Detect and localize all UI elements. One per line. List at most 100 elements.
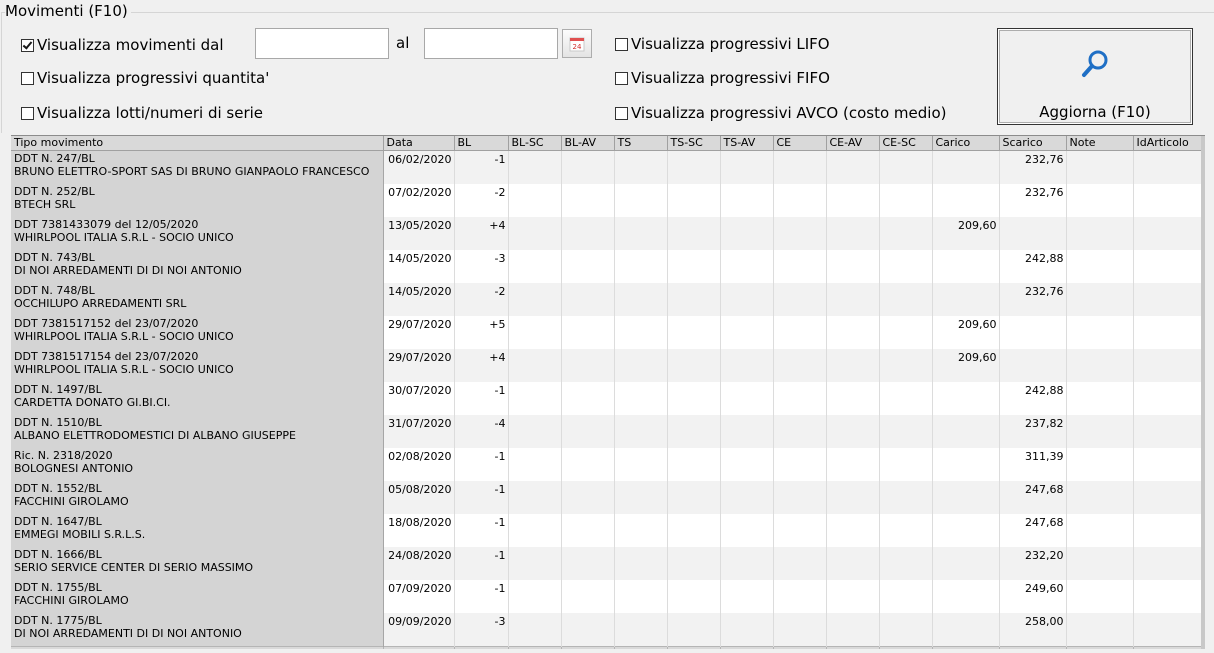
carico-cell: 209,60 (932, 349, 1000, 382)
table-row[interactable]: DDT N. 1647/BL EMMEGI MOBILI S.R.L.S. 18/0… (11, 514, 1202, 547)
column-header[interactable]: TS (614, 136, 668, 151)
total-ce-av-cell: 0 (826, 646, 880, 649)
bl-cell: -1 (454, 448, 509, 481)
party-name: FACCHINI GIROLAMO (14, 594, 129, 607)
data-cell: 07/02/2020 (383, 184, 455, 217)
empty-cell (720, 580, 774, 613)
document-ref: DDT N. 1510/BL (14, 416, 102, 429)
movimenti-table[interactable]: Tipo movimento Data BL BL-SC BL-AV TS TS-SC TS-… (11, 135, 1205, 649)
column-header[interactable]: BL-AV (561, 136, 615, 151)
column-header[interactable]: Scarico (999, 136, 1067, 151)
lotti-checkbox[interactable]: Visualizza lotti/numeri di serie (21, 104, 263, 122)
empty-cell (667, 514, 721, 547)
column-header[interactable]: CE-AV (826, 136, 880, 151)
empty-cell (614, 514, 668, 547)
table-row[interactable]: DDT N. 1510/BL ALBANO ELETTRODOMESTICI DI… (11, 415, 1202, 448)
tipo-movimento-cell: DDT N. 1552/BL FACCHINI GIROLAMO (11, 481, 384, 514)
date-to-input[interactable] (424, 28, 558, 59)
empty-cell (561, 514, 615, 547)
movimenti-dal-checkbox[interactable]: Visualizza movimenti dal (21, 36, 224, 54)
table-row[interactable]: DDT N. 1755/BL FACCHINI GIROLAMO 07/09/202… (11, 580, 1202, 613)
empty-cell (773, 514, 827, 547)
empty-cell (561, 217, 615, 250)
scarico-cell: 247,68 (999, 514, 1067, 547)
data-cell: 14/05/2020 (383, 283, 455, 316)
empty-cell (1133, 382, 1202, 415)
aggiorna-button[interactable]: Aggiorna (F10) (997, 28, 1193, 125)
column-header[interactable]: CE (773, 136, 827, 151)
total-ts-cell: 0 (614, 646, 668, 649)
empty-cell (561, 547, 615, 580)
progressivi-quantita-checkbox[interactable]: Visualizza progressivi quantita' (21, 69, 269, 87)
tipo-movimento-cell: DDT 7381433079 del 12/05/2020 WHIRLPOOL I… (11, 217, 384, 250)
column-header[interactable]: Carico (932, 136, 1000, 151)
empty-cell (561, 382, 615, 415)
calendar-button[interactable]: 24 (562, 29, 592, 58)
scarico-cell: 232,76 (999, 283, 1067, 316)
empty-cell (879, 349, 933, 382)
empty-cell (1133, 613, 1202, 647)
empty-cell (773, 547, 827, 580)
empty-cell (826, 580, 880, 613)
empty-cell (614, 613, 668, 647)
empty-cell (879, 613, 933, 647)
vertical-scrollbar[interactable] (1201, 136, 1205, 649)
group-title: Movimenti (F10) (5, 2, 131, 20)
data-cell: 29/07/2020 (383, 316, 455, 349)
column-header[interactable]: Data (383, 136, 455, 151)
empty-cell (667, 184, 721, 217)
empty-cell (667, 316, 721, 349)
search-icon (1082, 50, 1108, 77)
table-row[interactable]: DDT N. 1666/BL SERIO SERVICE CENTER DI SE… (11, 547, 1202, 580)
empty-cell (879, 580, 933, 613)
giacenza-row: GIACENZA10/09/20206000000007'515,0110'06… (11, 646, 1202, 649)
empty-cell (667, 613, 721, 647)
column-header[interactable]: IdArticolo (1133, 136, 1202, 151)
party-name: ALBANO ELETTRODOMESTICI DI ALBANO GIUSEP… (14, 429, 296, 442)
table-row[interactable]: DDT N. 748/BL OCCHILUPO ARREDAMENTI SRL 14… (11, 283, 1202, 316)
table-row[interactable]: DDT 7381433079 del 12/05/2020 WHIRLPOOL I… (11, 217, 1202, 250)
column-header[interactable]: BL (454, 136, 509, 151)
avco-checkbox[interactable]: Visualizza progressivi AVCO (costo medio… (615, 104, 946, 122)
data-cell: 24/08/2020 (383, 547, 455, 580)
movimenti-dal-label: Visualizza movimenti dal (37, 36, 224, 54)
empty-cell (1133, 184, 1202, 217)
table-row[interactable]: DDT N. 1552/BL FACCHINI GIROLAMO 05/08/202… (11, 481, 1202, 514)
checkbox-checked-icon (21, 38, 34, 52)
table-row[interactable]: DDT 7381517154 del 23/07/2020 WHIRLPOOL I… (11, 349, 1202, 382)
column-header[interactable]: TS-AV (720, 136, 774, 151)
fifo-checkbox[interactable]: Visualizza progressivi FIFO (615, 69, 830, 87)
table-row[interactable]: DDT N. 1775/BL DI NOI ARREDAMENTI DI DI N… (11, 613, 1202, 647)
empty-cell (773, 481, 827, 514)
table-row[interactable]: DDT 7381517152 del 23/07/2020 WHIRLPOOL I… (11, 316, 1202, 349)
empty-cell (614, 349, 668, 382)
empty-cell (720, 316, 774, 349)
carico-cell (932, 547, 1000, 580)
column-header[interactable]: Tipo movimento (11, 136, 384, 151)
empty-cell (667, 382, 721, 415)
table-row[interactable]: DDT N. 743/BL DI NOI ARREDAMENTI DI DI NO… (11, 250, 1202, 283)
lifo-checkbox[interactable]: Visualizza progressivi LIFO (615, 35, 830, 53)
checkbox-unchecked-icon (21, 71, 34, 85)
empty-cell (720, 349, 774, 382)
column-header[interactable]: TS-SC (667, 136, 721, 151)
empty-cell (1133, 283, 1202, 316)
column-header[interactable]: Note (1066, 136, 1134, 151)
empty-cell (1066, 613, 1134, 647)
column-header[interactable]: BL-SC (508, 136, 562, 151)
empty-cell (879, 415, 933, 448)
table-row[interactable]: DDT N. 252/BL BTECH SRL 07/02/2020 -2 232,76 (11, 184, 1202, 217)
empty-cell (667, 283, 721, 316)
empty-cell (720, 250, 774, 283)
empty-cell (720, 283, 774, 316)
date-from-input[interactable] (255, 28, 389, 59)
empty-cell (773, 613, 827, 647)
checkbox-unchecked-icon (21, 106, 34, 120)
table-row[interactable]: DDT N. 1497/BL CARDETTA DONATO GI.BI.CI. 3… (11, 382, 1202, 415)
table-row[interactable]: Ric. N. 2318/2020 BOLOGNESI ANTONIO 02/08/… (11, 448, 1202, 481)
table-row[interactable]: DDT N. 247/BL BRUNO ELETTRO-SPORT SAS DI … (11, 150, 1202, 184)
empty-cell (561, 415, 615, 448)
empty-cell (508, 250, 562, 283)
party-name: WHIRLPOOL ITALIA S.R.L - SOCIO UNICO (14, 363, 234, 376)
column-header[interactable]: CE-SC (879, 136, 933, 151)
